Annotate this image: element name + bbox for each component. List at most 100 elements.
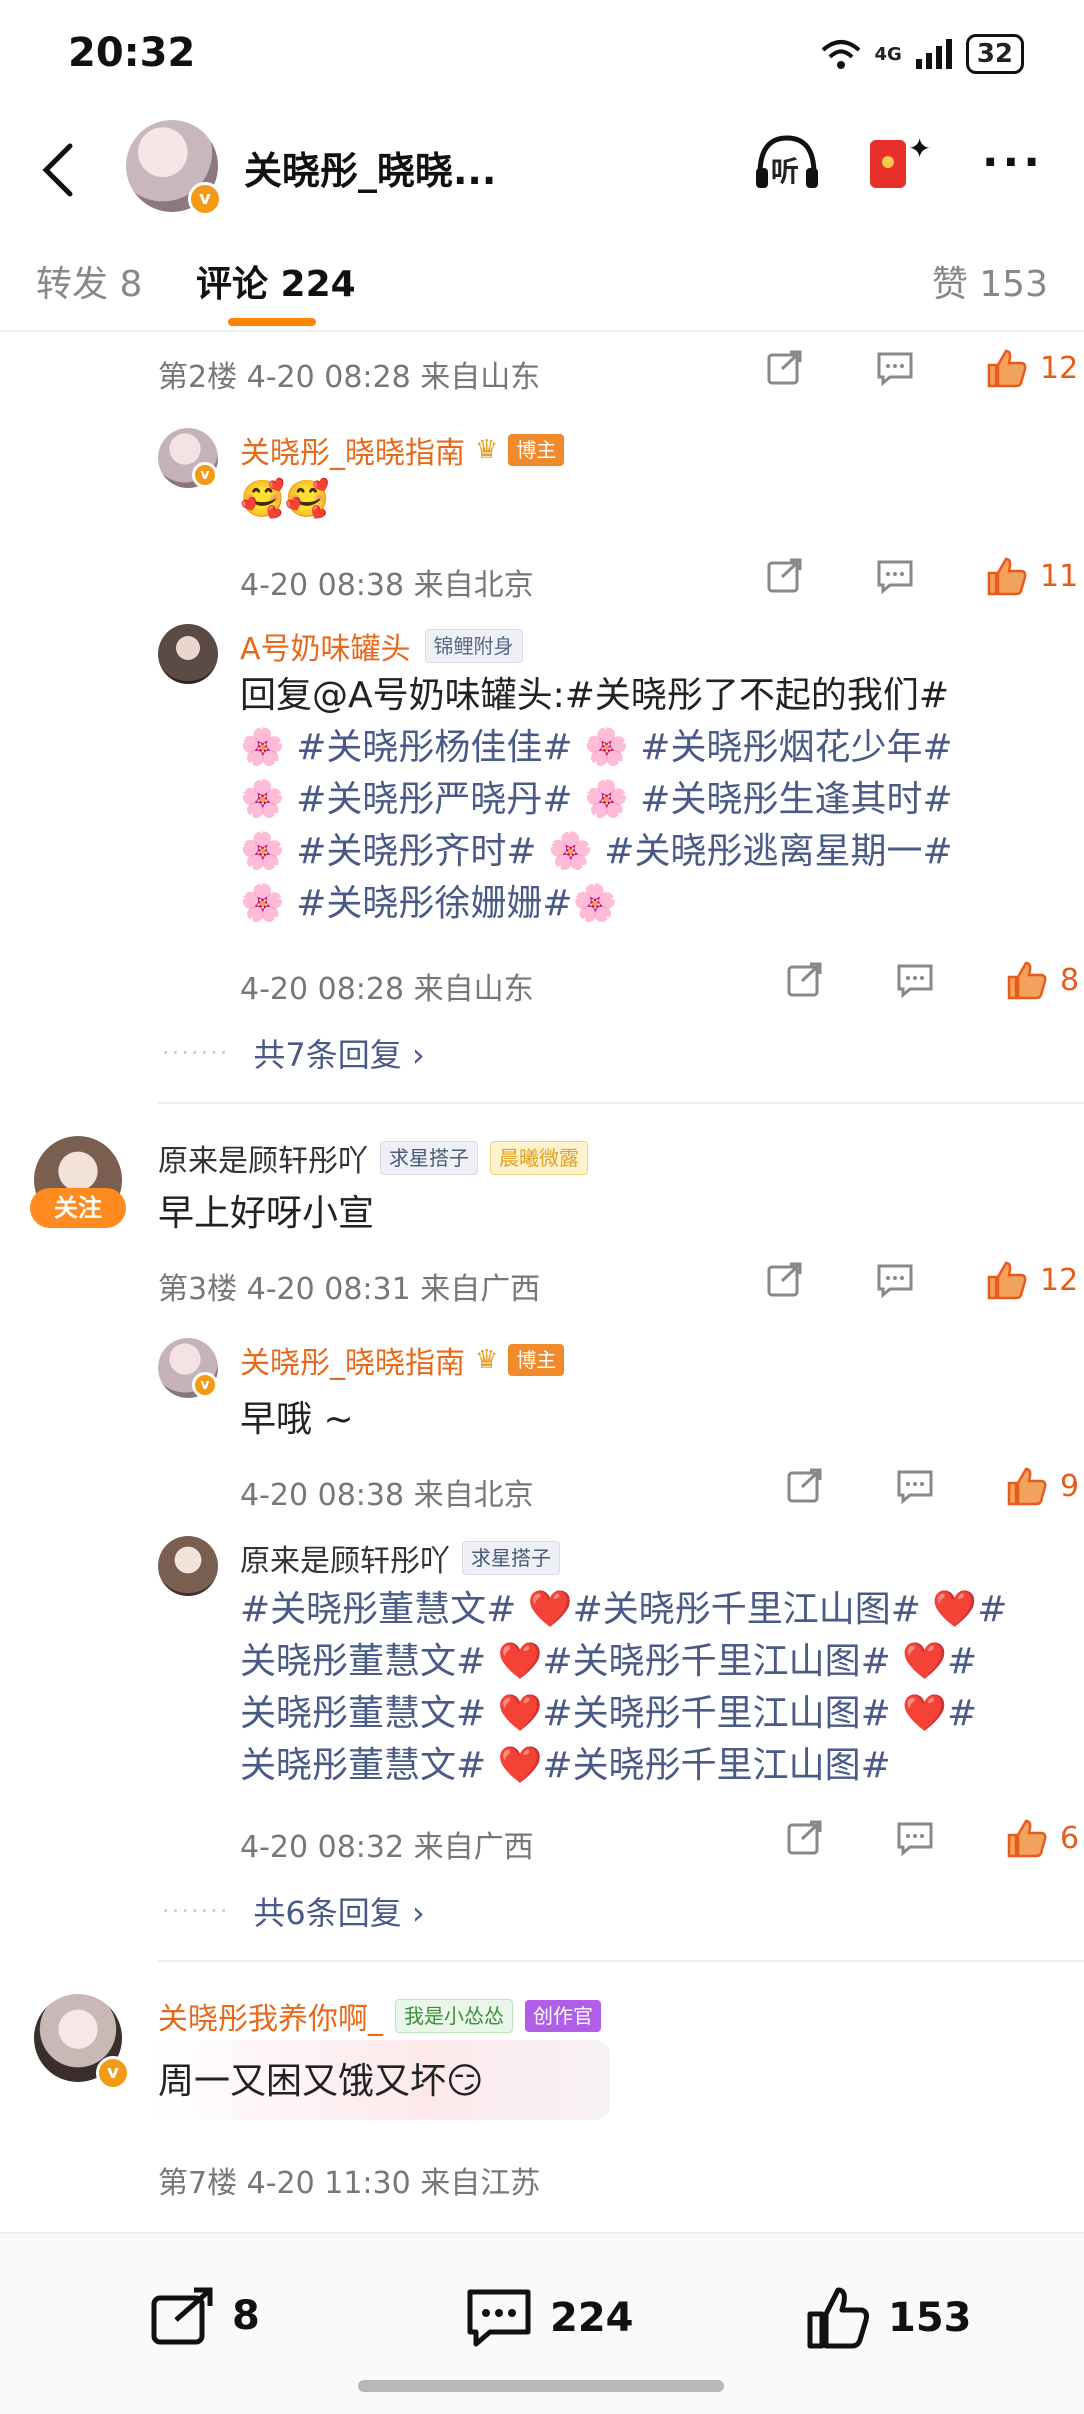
reply-meta: 4-20 08:38 来自北京: [240, 568, 534, 603]
hashtag-line[interactable]: #关晓彤董慧文# ❤️#关晓彤千里江山图# ❤️#: [240, 1584, 1007, 1636]
like-count: 12: [1040, 1262, 1079, 1298]
tab-likes[interactable]: 赞 153: [932, 255, 1048, 307]
follow-button[interactable]: 关注: [30, 1188, 126, 1228]
verified-badge-icon: v: [192, 462, 218, 488]
share-icon[interactable]: [786, 961, 824, 999]
share-icon: [151, 2287, 213, 2345]
comment-icon[interactable]: [876, 557, 914, 595]
signal-icon: [915, 39, 952, 69]
creator-badge: 创作官: [525, 2000, 601, 2032]
hashtag-line[interactable]: 关晓彤董慧文# ❤️#关晓彤千里江山图# ❤️#: [240, 1636, 1007, 1688]
reply-meta: 4-20 08:32 来自广西: [240, 1830, 534, 1865]
share-icon[interactable]: [786, 1819, 824, 1857]
thumbs-up-icon: [1007, 1819, 1047, 1858]
comment-meta: 第2楼 4-20 08:28 来自山东: [158, 360, 541, 395]
star-buddy-badge: 求星搭子: [462, 1541, 560, 1575]
comment-action[interactable]: 224: [464, 2286, 634, 2350]
like-button[interactable]: 9: [1006, 1466, 1079, 1506]
like-action[interactable]: 153: [806, 2286, 972, 2350]
repost-action[interactable]: 8: [150, 2286, 260, 2346]
more-options-icon[interactable]: ···: [982, 137, 1044, 188]
comment-divider: [158, 1102, 1084, 1104]
reply-author-name[interactable]: 关晓彤_晓晓指南: [240, 1338, 465, 1382]
koi-badge: 锦鲤附身: [424, 629, 523, 663]
comment-icon[interactable]: [876, 1261, 914, 1299]
share-icon[interactable]: [766, 557, 804, 595]
comment-text: 早上好呀小宣: [158, 1193, 375, 1234]
reply-avatar[interactable]: [158, 1536, 218, 1596]
tabs-divider: [0, 330, 1084, 332]
share-icon[interactable]: [766, 1261, 804, 1299]
like-button[interactable]: 8: [1006, 960, 1079, 1000]
comment-icon[interactable]: [896, 961, 934, 999]
back-arrow-icon[interactable]: [36, 140, 80, 200]
wifi-icon: [821, 40, 860, 69]
hashtag-line[interactable]: 🌸 #关晓彤齐时# 🌸 #关晓彤逃离星期一#: [240, 826, 953, 878]
comment-actions: 12: [766, 348, 1078, 388]
thumbs-up-icon: [987, 349, 1027, 388]
status-icons: 4G 32: [821, 34, 1024, 74]
listen-button[interactable]: 听: [752, 132, 822, 192]
network-label: 4G: [874, 43, 902, 65]
tab-reposts[interactable]: 转发 8: [36, 255, 142, 307]
share-icon[interactable]: [766, 349, 804, 387]
dawn-badge: 晨曦微露: [490, 1141, 588, 1175]
hashtag-line[interactable]: 🌸 #关晓彤严晓丹# 🌸 #关晓彤生逢其时#: [240, 774, 953, 826]
reply-author-name[interactable]: 关晓彤_晓晓指南: [240, 428, 465, 472]
reply-text: 早哦 ~: [240, 1399, 354, 1440]
like-count: 12: [1040, 350, 1079, 386]
thumbs-up-icon: [987, 1261, 1027, 1300]
listen-label: 听: [770, 155, 799, 188]
commenter-name[interactable]: 原来是顾轩彤吖: [158, 1136, 368, 1180]
commenter-name[interactable]: 关晓彤我养你啊_: [158, 1994, 383, 2038]
like-count: 6: [1060, 1820, 1080, 1856]
like-count: 8: [1060, 962, 1080, 998]
view-more-replies-link[interactable]: 共6条回复 ›: [253, 1888, 424, 1934]
blogger-badge: 博主: [508, 1344, 565, 1376]
like-button[interactable]: 12: [986, 1260, 1078, 1300]
reply-author-name[interactable]: A号奶味罐头: [240, 624, 411, 668]
red-packet-button[interactable]: ✦: [869, 132, 934, 192]
reply-line[interactable]: 回复@A号奶味罐头:#关晓彤了不起的我们#: [240, 670, 953, 722]
active-tab-indicator: [228, 318, 316, 326]
dotted-line: ·······: [162, 1897, 230, 1925]
reply-meta: 4-20 08:38 来自北京: [240, 1478, 534, 1513]
hashtag-line[interactable]: 🌸 #关晓彤徐姗姗#🌸: [240, 878, 953, 930]
verified-badge-icon: v: [188, 182, 222, 216]
thumbs-up-icon: [807, 2287, 869, 2349]
status-time: 20:32: [68, 30, 196, 76]
like-button[interactable]: 12: [986, 348, 1078, 388]
hashtag-line[interactable]: 🌸 #关晓彤杨佳佳# 🌸 #关晓彤烟花少年#: [240, 722, 953, 774]
like-button[interactable]: 11: [986, 556, 1078, 596]
reply-author-name[interactable]: 原来是顾轩彤吖: [240, 1536, 450, 1580]
comment-icon[interactable]: [896, 1819, 934, 1857]
verified-badge-icon: v: [96, 2056, 130, 2090]
comment-meta: 第7楼 4-20 11:30 来自江苏: [158, 2166, 541, 2201]
reply-hashtag-text: 回复@A号奶味罐头:#关晓彤了不起的我们# 🌸 #关晓彤杨佳佳# 🌸 #关晓彤烟…: [240, 670, 953, 930]
comment-icon: [467, 2289, 531, 2347]
thumbs-up-icon: [1007, 1467, 1047, 1506]
battery-indicator: 32: [965, 34, 1024, 74]
share-icon[interactable]: [786, 1467, 824, 1505]
hashtag-line[interactable]: 关晓彤董慧文# ❤️#关晓彤千里江山图#: [240, 1740, 1007, 1792]
comment-icon[interactable]: [896, 1467, 934, 1505]
tab-comments[interactable]: 评论 224: [196, 255, 356, 307]
like-count: 153: [888, 2295, 972, 2341]
blogger-badge: 博主: [508, 434, 565, 466]
view-more-replies-link[interactable]: 共7条回复 ›: [253, 1030, 424, 1076]
like-count: 9: [1060, 1468, 1080, 1504]
home-indicator: [358, 2380, 724, 2392]
verified-badge-icon: v: [192, 1372, 218, 1398]
like-button[interactable]: 6: [1006, 1818, 1079, 1858]
page-title[interactable]: 关晓彤_晓晓...: [244, 140, 496, 195]
comment-text: 周一又困又饿又坏😏: [158, 2061, 484, 2102]
hashtag-line[interactable]: 关晓彤董慧文# ❤️#关晓彤千里江山图# ❤️#: [240, 1688, 1007, 1740]
comment-divider: [158, 1960, 1084, 1962]
comment-count: 224: [550, 2295, 634, 2341]
star-buddy-badge: 求星搭子: [380, 1141, 478, 1175]
reply-avatar[interactable]: [158, 624, 218, 684]
comment-icon[interactable]: [876, 349, 914, 387]
reply-meta: 4-20 08:28 来自山东: [240, 972, 534, 1007]
sparkle-icon: ✦: [907, 132, 932, 165]
repost-count: 8: [232, 2293, 260, 2339]
